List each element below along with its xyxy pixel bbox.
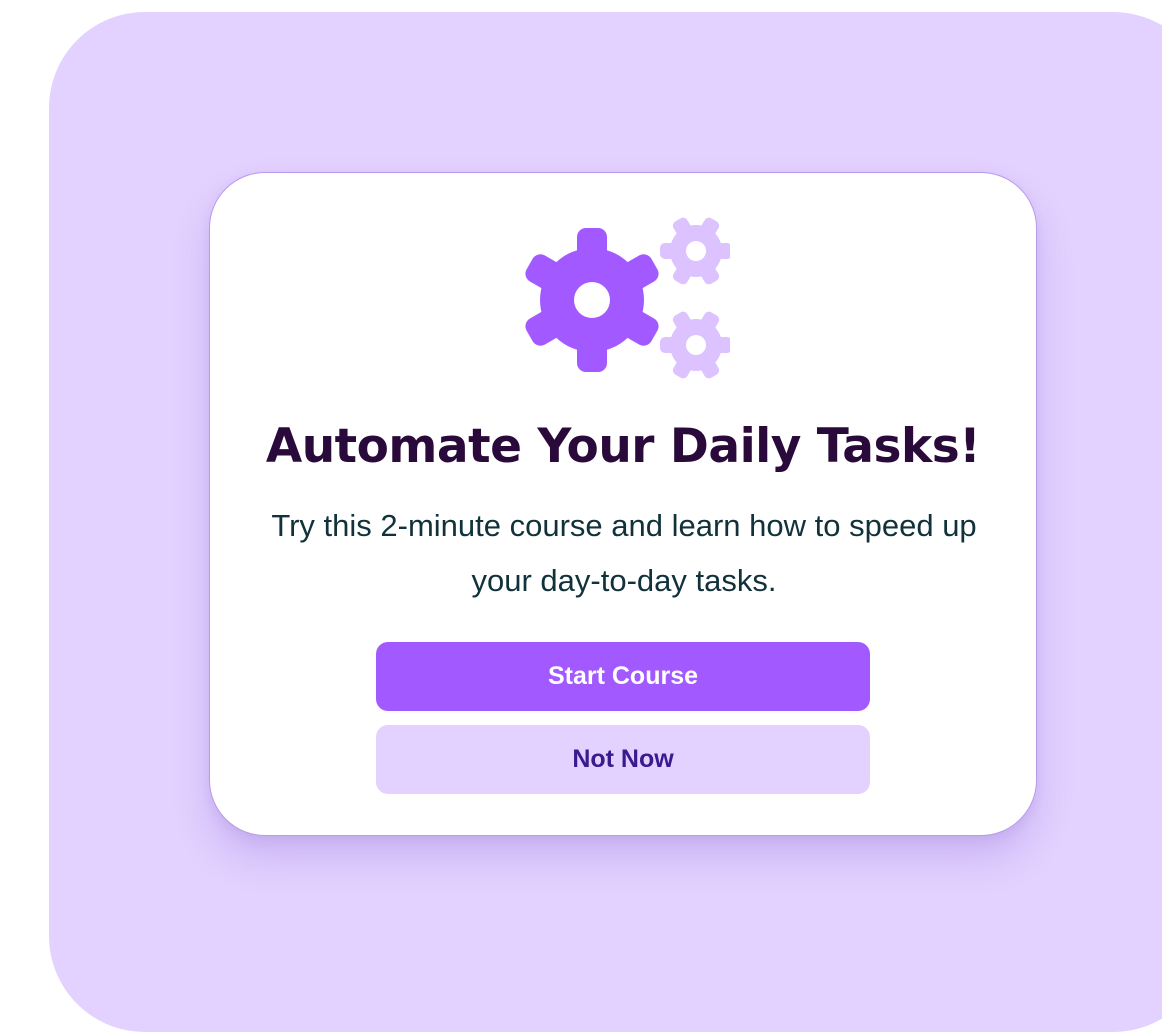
dialog-message: Try this 2-minute course and learn how t… xyxy=(271,508,977,598)
small-gear-bottom xyxy=(660,311,730,379)
course-prompt-dialog: Automate Your Daily Tasks! Try this 2-mi… xyxy=(209,172,1037,836)
not-now-button[interactable]: Not Now xyxy=(376,725,870,794)
small-gear-top xyxy=(660,217,730,285)
dialog-title: Automate Your Daily Tasks! xyxy=(265,419,981,474)
gears-icon xyxy=(525,217,730,379)
large-gear xyxy=(525,228,659,372)
start-course-button[interactable]: Start Course xyxy=(376,642,870,711)
